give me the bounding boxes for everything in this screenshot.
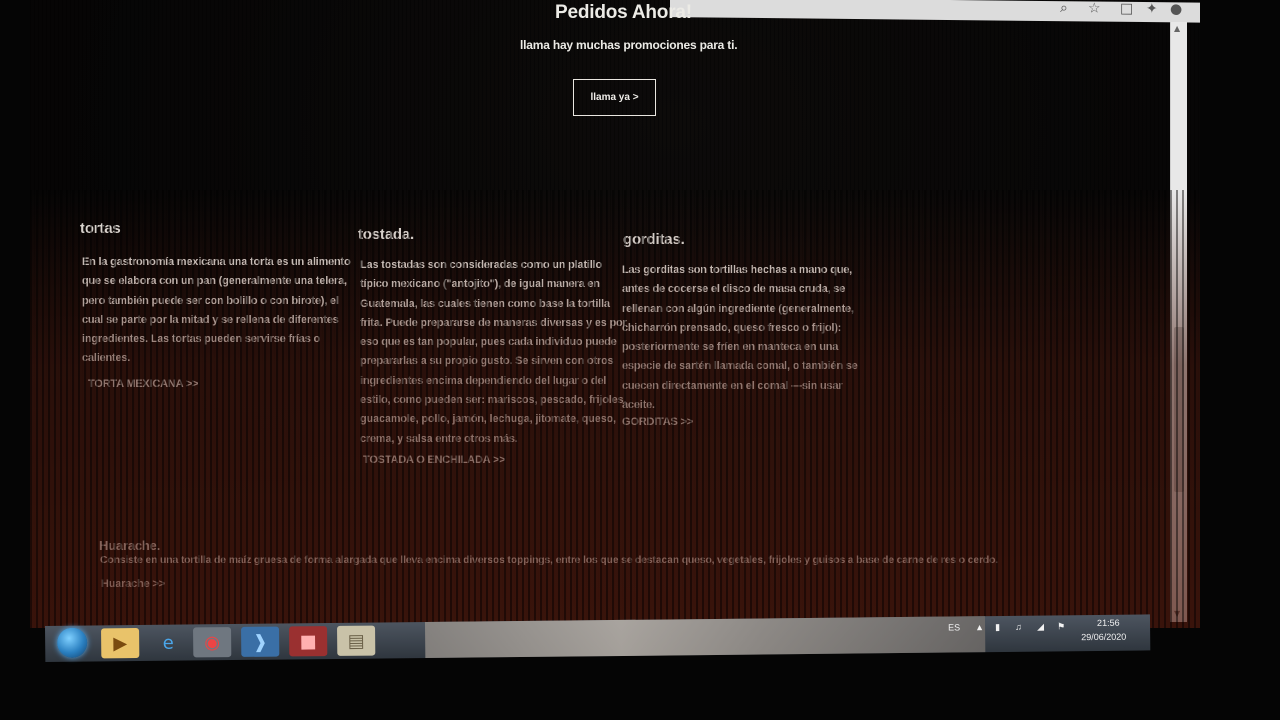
huarache-description: Consiste en una tortilla de maíz gruesa … <box>100 554 999 566</box>
visual-studio-code-icon[interactable]: ❱ <box>241 626 280 657</box>
gorditas-description: Las gorditas son tortillas hechas a mano… <box>622 264 858 412</box>
huarache-title: Huarache. <box>99 538 161 553</box>
gorditas-title: gorditas. <box>623 231 685 248</box>
vertical-scrollbar[interactable]: ▲ ▼ <box>1170 22 1187 622</box>
taskbar-wallpaper <box>424 616 986 659</box>
puzzle-icon[interactable]: ✦ <box>1146 1 1158 17</box>
chrome-icon[interactable]: ◉ <box>193 627 232 658</box>
search-icon[interactable]: ⌕ <box>1060 0 1068 16</box>
language-indicator[interactable]: ES <box>948 622 960 632</box>
monitor-screen: ⌕ ☆ □ ✦ ● ⋮ Pedidos Ahora! llama hay muc… <box>30 0 1200 628</box>
scroll-up-icon[interactable]: ▲ <box>1174 24 1180 33</box>
cta-subtitle: llama hay muchas promociones para ti. <box>520 38 738 52</box>
extension-icon[interactable]: □ <box>1120 1 1133 17</box>
internet-explorer-icon[interactable]: e <box>149 628 187 658</box>
signal-icon[interactable]: ◢ <box>1037 622 1044 633</box>
app-icon[interactable]: ■ <box>289 626 328 657</box>
menu-icon[interactable]: ⋮ <box>1198 2 1200 18</box>
torta-mexicana-link[interactable]: TORTA MEXICANA >> <box>88 378 198 390</box>
start-button[interactable] <box>57 627 88 658</box>
tostada-description: Las tostadas son consideradas como un pl… <box>360 259 627 445</box>
show-hidden-icons-icon[interactable]: ▲ <box>975 622 984 632</box>
cta-title: Pedidos Ahora! <box>555 2 692 23</box>
scroll-thumb[interactable] <box>1174 327 1184 492</box>
gorditas-link[interactable]: GORDITAS >> <box>622 416 693 428</box>
huarache-link[interactable]: Huarache >> <box>101 578 165 590</box>
notepad-icon[interactable]: ▤ <box>337 625 376 656</box>
star-icon[interactable]: ☆ <box>1088 0 1101 16</box>
windows-explorer-icon[interactable]: ▶ <box>101 628 140 659</box>
browser-toolbar: ⌕ ☆ □ ✦ ● ⋮ <box>670 0 1200 23</box>
scroll-down-icon[interactable]: ▼ <box>1174 609 1180 618</box>
clock-date[interactable]: 29/06/2020 <box>1081 632 1126 642</box>
tostada-title: tostada. <box>358 226 414 243</box>
clock-time[interactable]: 21:56 <box>1097 618 1120 628</box>
volume-icon[interactable]: ♫ <box>1015 622 1022 632</box>
tortas-description: En la gastronomía mexicana una torta es … <box>82 256 351 365</box>
tortas-title: tortas <box>80 220 121 237</box>
call-now-button[interactable]: llama ya > <box>573 79 656 116</box>
network-icon[interactable]: ▮ <box>995 622 1000 633</box>
profile-icon[interactable]: ● <box>1170 1 1182 17</box>
flag-icon[interactable]: ⚑ <box>1057 621 1065 632</box>
tostada-link[interactable]: TOSTADA O ENCHILADA >> <box>363 454 505 466</box>
